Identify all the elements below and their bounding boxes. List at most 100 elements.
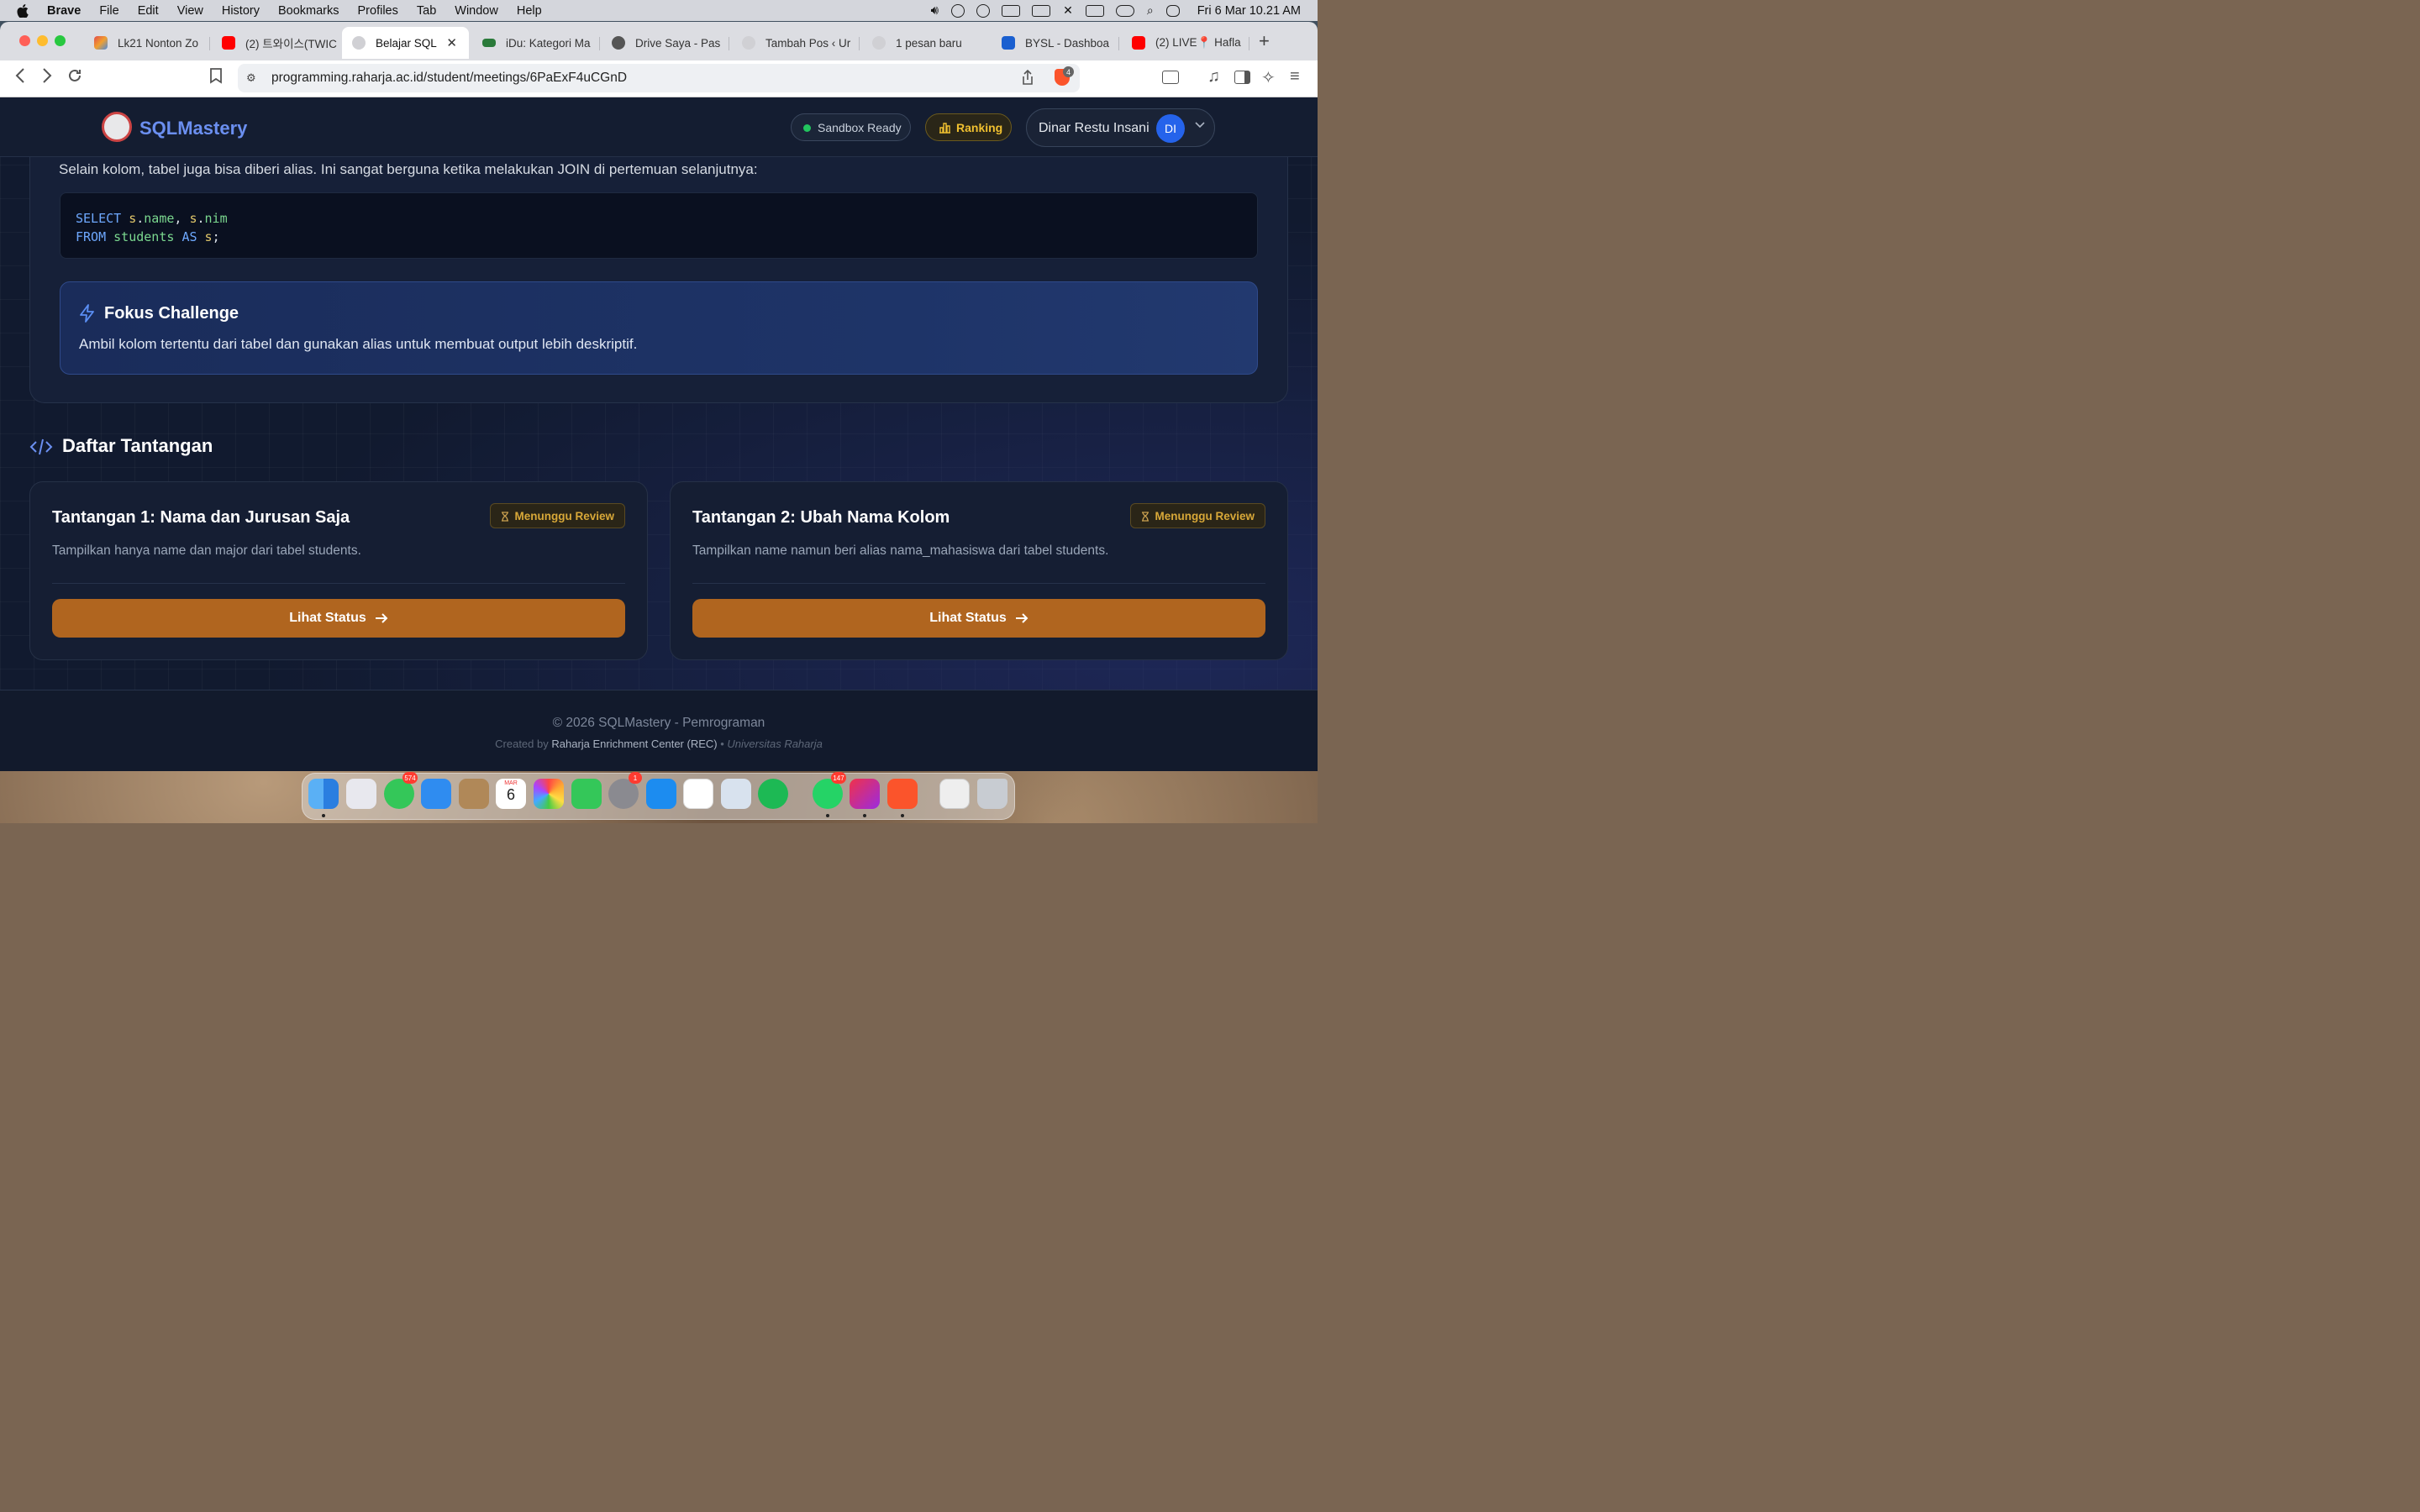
chevron-down-icon <box>1195 122 1205 129</box>
hourglass-icon <box>1142 512 1150 522</box>
preview-icon[interactable] <box>721 779 751 809</box>
vscode-icon[interactable] <box>683 779 713 809</box>
app-store-icon[interactable] <box>646 779 676 809</box>
new-tab-button[interactable]: + <box>1259 30 1270 52</box>
code-column: name <box>144 211 175 226</box>
code-punct: , <box>174 211 190 226</box>
ranking-button[interactable]: Ranking <box>925 113 1012 141</box>
contacts-icon[interactable] <box>459 779 489 809</box>
minimize-window-button[interactable] <box>37 35 48 46</box>
tab-label: (2) 트와이스(TWIC <box>245 38 337 50</box>
tab-pesan-baru[interactable]: 1 pesan baru <box>872 27 990 59</box>
facetime-icon[interactable] <box>571 779 602 809</box>
lihat-status-button[interactable]: Lihat Status <box>52 599 625 638</box>
tab-label: 1 pesan baru <box>896 36 962 50</box>
site-settings-icon[interactable]: ⚙︎ <box>246 71 256 85</box>
photos-icon[interactable] <box>534 779 564 809</box>
leo-ai-icon[interactable]: ✧ <box>1261 67 1276 88</box>
forward-button[interactable] <box>41 67 53 89</box>
zoom-window-button[interactable] <box>55 35 66 46</box>
tab-idu[interactable]: iDu: Kategori Ma <box>482 27 600 59</box>
status-badge-label: Menunggu Review <box>514 509 614 522</box>
arrow-right-icon <box>1015 613 1028 623</box>
close-tab-icon[interactable]: ✕ <box>446 35 457 50</box>
launchpad-icon[interactable] <box>346 779 376 809</box>
raharja-favicon-icon <box>352 36 366 50</box>
browser-toolbar: ⚙︎ programming.raharja.ac.id/student/mee… <box>0 60 1318 97</box>
credit-prefix: Created by <box>495 738 549 750</box>
creative-cloud-icon[interactable] <box>976 3 991 18</box>
screen-mirroring-icon[interactable] <box>1032 4 1051 17</box>
browser-window: Lk21 Nonton Zo (2) 트와이스(TWIC Belajar SQL… <box>0 22 1318 771</box>
tab-belajar-sql[interactable]: Belajar SQL ✕ <box>342 27 469 59</box>
media-icon[interactable]: ♫ <box>1207 67 1220 87</box>
sidebar-toggle-icon[interactable] <box>1234 71 1250 84</box>
address-bar[interactable]: ⚙︎ programming.raharja.ac.id/student/mee… <box>238 64 1080 92</box>
play-icon[interactable] <box>951 3 965 18</box>
status-badge-label: Menunggu Review <box>1155 509 1255 522</box>
idu-favicon-icon <box>482 39 496 47</box>
share-icon[interactable] <box>1021 69 1034 90</box>
bar-chart-icon <box>939 123 950 134</box>
brand-name[interactable]: SQLMastery <box>139 118 247 139</box>
tab-tambah-pos[interactable]: Tambah Pos ‹ Ur <box>742 27 860 59</box>
reader-mode-icon[interactable] <box>1162 71 1179 84</box>
user-name: Dinar Restu Insani <box>1039 121 1150 135</box>
tab-live[interactable]: (2) LIVE📍 Hafla <box>1132 27 1249 59</box>
back-button[interactable] <box>14 67 26 89</box>
status-dot-icon <box>803 124 811 132</box>
menu-help[interactable]: Help <box>517 4 542 18</box>
menu-window[interactable]: Window <box>455 4 498 18</box>
shields-count-badge: 4 <box>1063 66 1074 77</box>
certificate-icon[interactable] <box>939 779 970 809</box>
menu-file[interactable]: File <box>99 4 118 18</box>
tab-drive[interactable]: Drive Saya - Pas <box>612 27 729 59</box>
apple-logo-icon[interactable] <box>17 3 29 18</box>
code-punct: . <box>136 211 145 226</box>
menu-history[interactable]: History <box>222 4 260 18</box>
tab-bysl[interactable]: BYSL - Dashboa <box>1002 27 1119 59</box>
tab-twice[interactable]: (2) 트와이스(TWIC <box>222 27 339 59</box>
lihat-status-button[interactable]: Lihat Status <box>692 599 1265 638</box>
tab-lk21[interactable]: Lk21 Nonton Zo <box>92 27 210 59</box>
user-menu-button[interactable]: Dinar Restu Insani DI <box>1026 108 1215 147</box>
finder-icon[interactable] <box>308 779 339 809</box>
menu-profiles[interactable]: Profiles <box>358 4 398 18</box>
reload-button[interactable] <box>66 67 83 89</box>
calendar-icon[interactable]: MAR 6 <box>496 779 526 809</box>
close-window-button[interactable] <box>19 35 30 46</box>
macos-dock: 574 MAR 6 1 147 <box>302 772 1015 820</box>
challenge-list-title: Daftar Tantangan <box>62 435 213 456</box>
display-icon[interactable] <box>1002 4 1021 17</box>
menu-bookmarks[interactable]: Bookmarks <box>278 4 339 18</box>
focus-challenge-title: Fokus Challenge <box>104 304 239 323</box>
menu-view[interactable]: View <box>177 4 203 18</box>
spotify-icon[interactable] <box>758 779 788 809</box>
battery-icon[interactable] <box>1085 4 1104 17</box>
volume-icon[interactable]: 🔊︎ <box>931 3 939 18</box>
tab-label: Tambah Pos ‹ Ur <box>765 36 851 50</box>
brave-browser-icon[interactable] <box>887 779 918 809</box>
creative-cloud-icon[interactable] <box>850 779 880 809</box>
trash-icon[interactable] <box>977 779 1007 809</box>
menu-app-name[interactable]: Brave <box>47 4 81 18</box>
tab-label: Drive Saya - Pas <box>635 36 721 50</box>
challenge-card-1: Tantangan 1: Nama dan Jurusan Saja Menun… <box>29 481 648 660</box>
url-text[interactable]: programming.raharja.ac.id/student/meetin… <box>271 71 627 86</box>
running-indicator <box>826 814 829 817</box>
messages-badge: 574 <box>402 772 418 784</box>
page-footer: © 2026 SQLMastery - Pemrograman Created … <box>0 690 1318 771</box>
link-icon[interactable] <box>1115 4 1134 17</box>
menu-edit[interactable]: Edit <box>138 4 159 18</box>
bookmark-icon[interactable] <box>209 67 223 89</box>
code-table: students <box>113 229 175 244</box>
control-center-icon[interactable] <box>1165 4 1180 17</box>
wifi-off-icon[interactable]: ✕ <box>1063 3 1073 18</box>
menubar-clock[interactable]: Fri 6 Mar 10.21 AM <box>1197 4 1301 18</box>
university-logo[interactable] <box>102 112 132 142</box>
search-icon[interactable]: ⌕ <box>1147 3 1154 18</box>
menu-hamburger-icon[interactable]: ≡ <box>1290 67 1300 87</box>
menu-tab[interactable]: Tab <box>417 4 436 18</box>
mail-icon[interactable] <box>421 779 451 809</box>
code-alias: s <box>204 229 213 244</box>
